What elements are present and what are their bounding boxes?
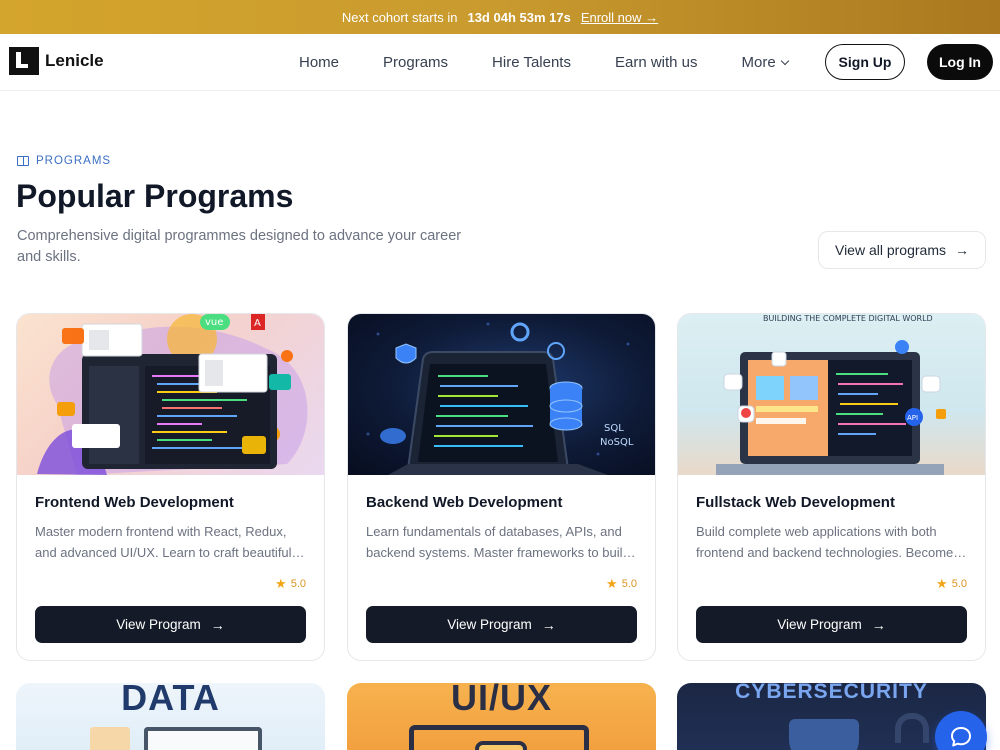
rating-value: 5.0	[290, 578, 306, 590]
view-program-label: View Program	[116, 617, 201, 632]
arrow-right-icon: →	[955, 242, 969, 258]
program-title: Fullstack Web Development	[696, 494, 895, 511]
view-all-programs-button[interactable]: View all programs →	[818, 231, 986, 269]
table-icon	[144, 727, 262, 750]
sign-up-button[interactable]: Sign Up	[825, 44, 905, 80]
star-icon: ★	[275, 576, 287, 591]
logo-icon	[9, 47, 39, 75]
program-image-title: CYBERSECURITY	[735, 683, 928, 703]
star-icon: ★	[936, 576, 948, 591]
program-card-fullstack[interactable]: BUILDING THE COMPLETE DIGITAL WORLD API …	[677, 313, 986, 661]
nav-more[interactable]: More	[741, 54, 789, 71]
program-description: Build complete web applications with bot…	[696, 524, 965, 560]
navbar: Lenicle Home Programs Hire Talents Earn …	[0, 34, 1000, 91]
shield-icon	[789, 719, 859, 750]
program-image-title: UI/UX	[450, 683, 552, 718]
nav-earn-with-us[interactable]: Earn with us	[615, 54, 698, 71]
brand-name: Lenicle	[45, 51, 104, 70]
chevron-down-icon	[780, 56, 789, 66]
frontend-illustration: vue A	[37, 314, 308, 475]
arrow-right-icon: →	[210, 616, 225, 633]
program-image-title: DATA	[121, 683, 220, 718]
image-label-angular: A	[254, 318, 261, 329]
view-program-button[interactable]: View Program →	[35, 606, 306, 643]
chat-bubble-icon	[951, 727, 971, 747]
image-label-nosql: NoSQL	[600, 437, 634, 448]
book-icon	[17, 156, 29, 166]
page-title: Popular Programs	[16, 178, 294, 214]
rating-value: 5.0	[621, 578, 637, 590]
section-subtitle: Comprehensive digital programmes designe…	[17, 228, 462, 265]
image-label-sql: SQL	[604, 423, 624, 434]
eyebrow-label: PROGRAMS	[36, 155, 112, 167]
program-card-frontend[interactable]: vue A Frontend Web Development Master mo…	[16, 313, 325, 661]
logo[interactable]: Lenicle	[9, 47, 104, 75]
announcement-banner: Next cohort starts in 13d 04h 53m 17s En…	[0, 0, 1000, 34]
nav-hire-talents[interactable]: Hire Talents	[492, 54, 571, 71]
nav-more-label: More	[741, 54, 776, 71]
image-label-api: API	[907, 414, 918, 422]
image-label-vue: vue	[205, 317, 223, 328]
arrow-right-icon: →	[871, 616, 886, 633]
banner-text: Next cohort starts in	[341, 9, 458, 25]
program-card-uiux[interactable]: UI/UX	[347, 683, 656, 750]
nav-home[interactable]: Home	[299, 54, 339, 71]
program-card-data[interactable]: DATA	[16, 683, 325, 750]
view-program-button[interactable]: View Program →	[366, 606, 637, 643]
program-description: Master modern frontend with React, Redux…	[35, 524, 296, 560]
log-in-button[interactable]: Log In	[927, 44, 993, 80]
view-program-label: View Program	[777, 617, 862, 632]
view-program-button[interactable]: View Program →	[696, 606, 967, 643]
nav-links: Home Programs Hire Talents Earn with us …	[299, 34, 832, 91]
program-title: Backend Web Development	[366, 494, 563, 511]
program-image-frontend: vue A	[17, 314, 324, 475]
lock-icon	[895, 713, 929, 743]
program-rating: ★ 5.0	[606, 576, 637, 592]
program-image-fullstack: BUILDING THE COMPLETE DIGITAL WORLD API	[678, 314, 985, 475]
backend-illustration: SQL NoSQL	[366, 322, 634, 475]
view-all-label: View all programs	[834, 242, 946, 258]
phone-icon	[475, 741, 527, 750]
program-title: Frontend Web Development	[35, 494, 234, 511]
image-label-heading: BUILDING THE COMPLETE DIGITAL WORLD	[763, 314, 933, 323]
chart-icon	[90, 727, 130, 750]
nav-programs[interactable]: Programs	[383, 54, 448, 71]
view-program-label: View Program	[447, 617, 532, 632]
program-rating: ★ 5.0	[275, 576, 306, 592]
rating-value: 5.0	[951, 578, 967, 590]
program-image-backend: SQL NoSQL	[348, 314, 655, 475]
star-icon: ★	[606, 576, 618, 591]
program-card-backend[interactable]: SQL NoSQL Backend Web Development Learn …	[347, 313, 656, 661]
fullstack-illustration: BUILDING THE COMPLETE DIGITAL WORLD API	[716, 314, 946, 475]
arrow-right-icon: →	[541, 616, 556, 633]
enroll-now-link[interactable]: Enroll now →	[581, 10, 658, 25]
program-rating: ★ 5.0	[936, 576, 967, 592]
countdown-timer: 13d 04h 53m 17s	[467, 9, 571, 25]
program-description: Learn fundamentals of databases, APIs, a…	[366, 524, 630, 560]
section-eyebrow: PROGRAMS	[17, 155, 111, 167]
